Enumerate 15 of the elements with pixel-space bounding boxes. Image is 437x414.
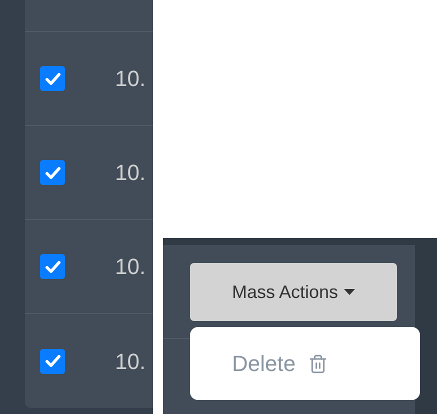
check-icon — [44, 72, 60, 86]
checkbox[interactable] — [40, 254, 65, 279]
check-icon — [44, 260, 60, 274]
table-cell-text: 10. — [115, 65, 146, 93]
table-cell-text: 10. — [115, 348, 146, 376]
checkbox[interactable] — [40, 348, 65, 374]
table-cell-text: 10. — [115, 159, 146, 187]
checkbox[interactable] — [40, 66, 65, 91]
mass-actions-button[interactable]: Mass Actions — [190, 263, 397, 321]
trash-icon — [308, 354, 328, 374]
check-icon — [44, 354, 60, 368]
checkbox[interactable] — [40, 160, 65, 185]
table-cell-text: 10. — [115, 253, 146, 281]
check-icon — [44, 166, 60, 180]
caret-icon — [344, 289, 356, 295]
